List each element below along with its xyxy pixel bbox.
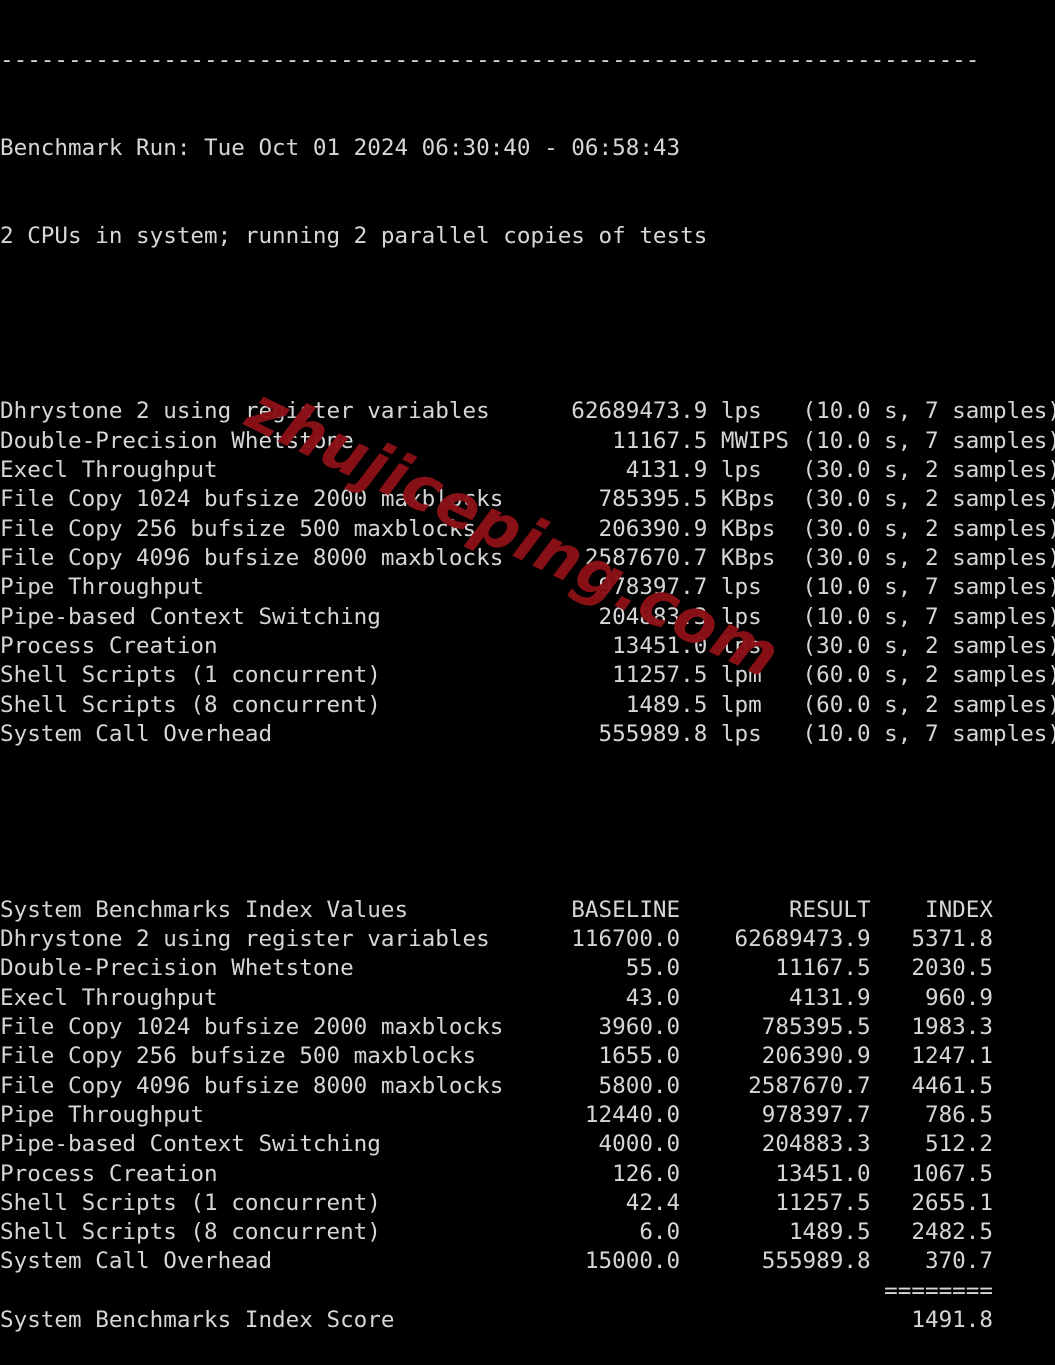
raw-results-block: Dhrystone 2 using register variables 626… — [0, 398, 1055, 747]
cpu-count-line: 2 CPUs in system; running 2 parallel cop… — [0, 222, 708, 249]
index-table-block: System Benchmarks Index Values BASELINE … — [0, 896, 993, 1334]
spacer-line — [0, 309, 1055, 338]
top-rule: ----------------------------------------… — [0, 46, 980, 73]
spacer-line — [0, 808, 1055, 837]
benchmark-run-line: Benchmark Run: Tue Oct 01 2024 06:30:40 … — [0, 134, 681, 161]
terminal-output: ----------------------------------------… — [0, 0, 1055, 1333]
